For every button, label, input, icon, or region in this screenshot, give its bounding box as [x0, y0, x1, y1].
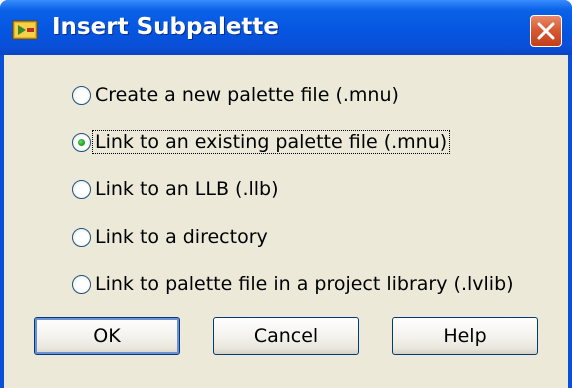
- radio-button[interactable]: [72, 133, 91, 152]
- help-button[interactable]: Help: [392, 317, 538, 355]
- title-bar[interactable]: Insert Subpalette: [0, 0, 572, 55]
- close-button[interactable]: [530, 15, 562, 47]
- radio-button[interactable]: [72, 228, 91, 247]
- radio-button[interactable]: [72, 275, 91, 294]
- insert-subpalette-dialog: Insert Subpalette Create a new palette f…: [0, 0, 572, 388]
- labview-icon: [12, 20, 38, 40]
- option-link-llb[interactable]: Link to an LLB (.llb): [72, 171, 542, 205]
- option-label: Link to an existing palette file (.mnu): [91, 130, 451, 154]
- option-link-directory[interactable]: Link to a directory: [72, 219, 542, 253]
- radio-selected-dot: [78, 139, 85, 146]
- option-label: Create a new palette file (.mnu): [95, 84, 399, 106]
- radio-button[interactable]: [72, 86, 91, 105]
- cancel-button[interactable]: Cancel: [213, 317, 359, 355]
- option-create-new-palette[interactable]: Create a new palette file (.mnu): [72, 77, 542, 111]
- ok-button[interactable]: OK: [34, 317, 180, 355]
- option-label: Link to palette file in a project librar…: [95, 273, 514, 295]
- option-link-existing-palette[interactable]: Link to an existing palette file (.mnu): [72, 124, 542, 158]
- dialog-title: Insert Subpalette: [52, 14, 280, 40]
- option-label: Link to a directory: [95, 226, 268, 248]
- dialog-body: Create a new palette file (.mnu) Link to…: [4, 55, 568, 388]
- option-label: Link to an LLB (.llb): [95, 178, 279, 200]
- close-icon: [537, 22, 555, 40]
- option-link-project-library[interactable]: Link to palette file in a project librar…: [72, 266, 542, 300]
- radio-button[interactable]: [72, 180, 91, 199]
